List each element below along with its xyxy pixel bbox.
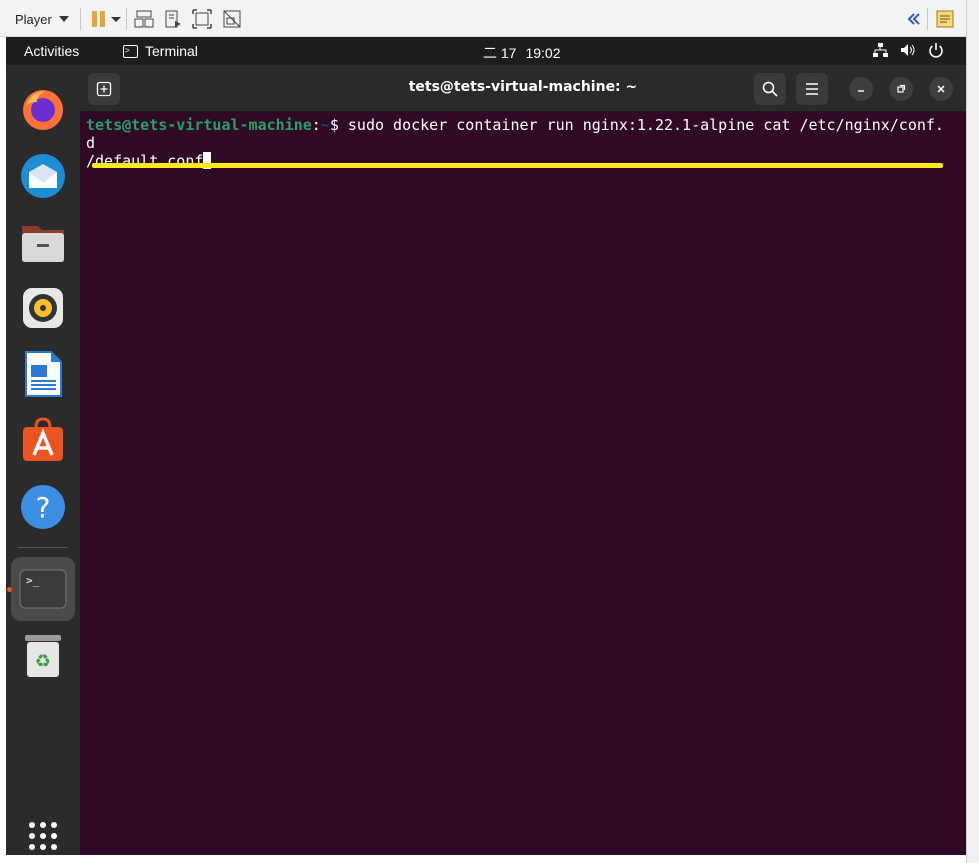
dock-help[interactable]: ? <box>17 481 69 533</box>
unity-icon[interactable] <box>222 9 242 29</box>
clock-time: 19:02 <box>525 45 561 61</box>
host-desktop-strip <box>966 0 979 863</box>
firefox-icon <box>23 90 63 130</box>
dock-firefox[interactable] <box>17 84 69 136</box>
prompt-separator: : <box>311 116 321 134</box>
show-apps-icon <box>29 822 57 850</box>
volume-icon <box>901 44 915 56</box>
prompt-path: ~ <box>320 116 330 134</box>
dock-files[interactable] <box>17 216 69 268</box>
notes-icon[interactable] <box>935 9 955 29</box>
running-indicator <box>7 587 12 592</box>
rhythmbox-icon <box>23 288 63 328</box>
thunderbird-icon <box>21 154 65 198</box>
terminal-title: tets@tets-virtual-machine: ~ <box>408 79 638 95</box>
svg-text:?: ? <box>36 491 51 524</box>
minimize-button[interactable] <box>849 77 873 101</box>
hamburger-menu-icon <box>806 83 818 95</box>
writer-icon <box>25 351 62 397</box>
toolbar-divider <box>927 8 928 30</box>
restore-icon <box>897 84 906 93</box>
power-icon <box>929 43 943 58</box>
dock-rhythmbox[interactable] <box>17 282 69 334</box>
player-menu-label: Player <box>15 11 52 27</box>
toolbar-divider <box>126 8 127 30</box>
search-button[interactable] <box>754 73 786 105</box>
maximize-button[interactable] <box>889 77 913 101</box>
dock-thunderbird[interactable] <box>17 150 69 202</box>
send-ctrl-alt-del-icon[interactable] <box>134 9 154 29</box>
minimize-icon <box>858 90 864 92</box>
guest-desktop: Activities > Terminal 二 17 19:02 ? >_ ♻ … <box>6 37 966 855</box>
network-icon <box>873 43 888 57</box>
clock-date: 二 17 <box>483 45 517 61</box>
pause-icon[interactable] <box>90 9 110 29</box>
menu-button[interactable] <box>796 73 828 105</box>
svg-text:♻: ♻ <box>35 651 51 672</box>
app-name-label: Terminal <box>145 43 198 59</box>
clock-button[interactable]: 二 17 19:02 <box>483 43 561 63</box>
files-icon <box>22 226 64 262</box>
svg-text:>_: >_ <box>26 574 40 587</box>
collapse-icon[interactable] <box>904 9 924 29</box>
dock-terminal[interactable]: >_ <box>11 557 75 621</box>
trash-icon: ♻ <box>25 635 61 677</box>
dock-writer[interactable] <box>17 348 69 400</box>
activities-label: Activities <box>24 43 80 59</box>
gnome-top-bar: Activities > Terminal 二 17 19:02 <box>6 37 966 65</box>
dock-separator <box>18 547 68 548</box>
activities-button[interactable]: Activities <box>24 43 79 59</box>
prompt-symbol: $ <box>329 116 348 134</box>
dock: ? >_ ♻ <box>6 65 80 855</box>
terminal-output[interactable]: tets@tets-virtual-machine:~$ sudo docker… <box>86 116 952 170</box>
help-icon: ? <box>21 485 65 529</box>
terminal-headerbar: tets@tets-virtual-machine: ~ <box>80 65 966 112</box>
toolbar-divider <box>80 8 81 30</box>
dock-software[interactable] <box>17 414 69 466</box>
dock-trash[interactable]: ♻ <box>17 630 69 682</box>
system-status-menu[interactable] <box>872 42 944 58</box>
removable-devices-icon[interactable] <box>163 9 183 29</box>
chevron-down-icon <box>58 16 69 22</box>
terminal-app-icon: > <box>123 44 138 58</box>
close-button[interactable] <box>929 77 953 101</box>
player-menu-button[interactable]: Player <box>15 8 69 30</box>
highlight-annotation-line <box>92 163 943 168</box>
app-menu-terminal[interactable]: > Terminal <box>123 43 198 59</box>
new-tab-button[interactable] <box>88 73 120 105</box>
close-icon <box>937 85 945 93</box>
pause-menu-chevron-icon[interactable] <box>110 9 130 29</box>
new-tab-icon <box>96 81 112 97</box>
fullscreen-icon[interactable] <box>192 9 212 29</box>
software-icon <box>23 417 63 461</box>
prompt-user: tets@tets-virtual-machine <box>86 116 312 134</box>
terminal-window: tets@tets-virtual-machine: ~ tets@tets-v… <box>80 65 966 855</box>
terminal-icon: >_ <box>19 569 67 609</box>
search-icon <box>762 81 778 97</box>
player-toolbar: Player <box>0 0 966 37</box>
show-apps-button[interactable] <box>17 810 69 862</box>
